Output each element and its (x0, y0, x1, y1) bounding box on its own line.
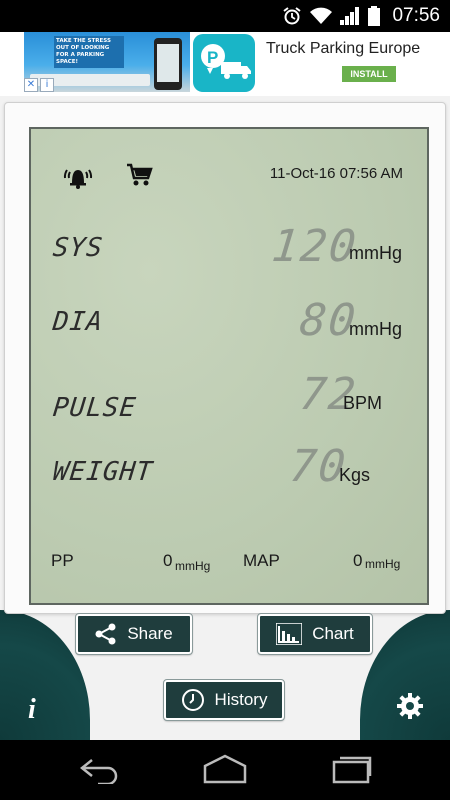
pp-value: 0 (163, 551, 173, 570)
parking-truck-icon: P (201, 44, 251, 79)
weight-unit: Kgs (339, 465, 371, 485)
chart-button[interactable]: Chart (257, 613, 373, 655)
history-label: History (214, 690, 268, 709)
map-unit: mmHg (365, 557, 401, 571)
app-main: 11-Oct-16 07:56 AM SYS 120 mmHg DIA 80 m… (0, 96, 450, 740)
history-button[interactable]: History (163, 679, 285, 721)
status-icons: 07:56 (282, 4, 440, 28)
status-bar: 07:56 (0, 0, 450, 32)
status-clock: 07:56 (392, 5, 440, 26)
info-icon[interactable]: i (40, 78, 54, 92)
back-icon[interactable] (78, 754, 122, 784)
sys-label: SYS (51, 233, 105, 263)
lcd-display: 11-Oct-16 07:56 AM SYS 120 mmHg DIA 80 m… (29, 127, 429, 605)
ad-banner[interactable]: TAKE THE STRESS OUT OF LOOKING FOR A PAR… (0, 32, 450, 96)
clock-icon (181, 689, 204, 711)
battery-icon (368, 6, 381, 26)
cart-icon[interactable] (125, 161, 153, 189)
dia-label: DIA (51, 307, 105, 337)
svg-text:P: P (207, 48, 218, 67)
chart-icon (276, 623, 303, 645)
close-icon[interactable]: ✕ (24, 78, 38, 92)
pulse-unit: BPM (343, 393, 383, 413)
alarm-icon (283, 7, 302, 25)
recents-icon[interactable] (330, 754, 374, 784)
pp-unit: mmHg (175, 559, 211, 573)
settings-button[interactable] (396, 692, 424, 724)
gear-icon (397, 693, 423, 719)
signal-icon (340, 7, 360, 25)
system-nav-bar (0, 740, 450, 800)
reading-datetime: 11-Oct-16 07:56 AM (269, 165, 403, 182)
ad-app-logo[interactable]: P (193, 34, 255, 92)
pulse-label: PULSE (51, 393, 138, 423)
sys-value: 120 (268, 221, 360, 272)
ad-title[interactable]: Truck Parking Europe (266, 40, 420, 58)
sys-unit: mmHg (349, 243, 402, 263)
home-icon[interactable] (202, 754, 248, 784)
chart-label: Chart (312, 624, 354, 643)
share-label: Share (127, 624, 173, 643)
install-button[interactable]: INSTALL (342, 66, 396, 82)
map-value: 0 (353, 551, 363, 570)
alarm-bell-icon[interactable] (61, 161, 95, 189)
info-button[interactable]: i (28, 694, 36, 726)
weight-label: WEIGHT (51, 457, 155, 487)
map-label: MAP (243, 551, 280, 570)
lcd-icons (61, 161, 153, 189)
share-button[interactable]: Share (75, 613, 193, 655)
dia-unit: mmHg (349, 319, 402, 339)
ad-choices[interactable]: ✕ i (24, 78, 54, 92)
wifi-icon (310, 7, 333, 24)
share-icon (95, 623, 116, 645)
ad-image-text: TAKE THE STRESS OUT OF LOOKING FOR A PAR… (54, 36, 124, 68)
phone-graphic (154, 38, 182, 90)
pp-label: PP (51, 551, 74, 570)
display-frame: 11-Oct-16 07:56 AM SYS 120 mmHg DIA 80 m… (4, 102, 446, 614)
